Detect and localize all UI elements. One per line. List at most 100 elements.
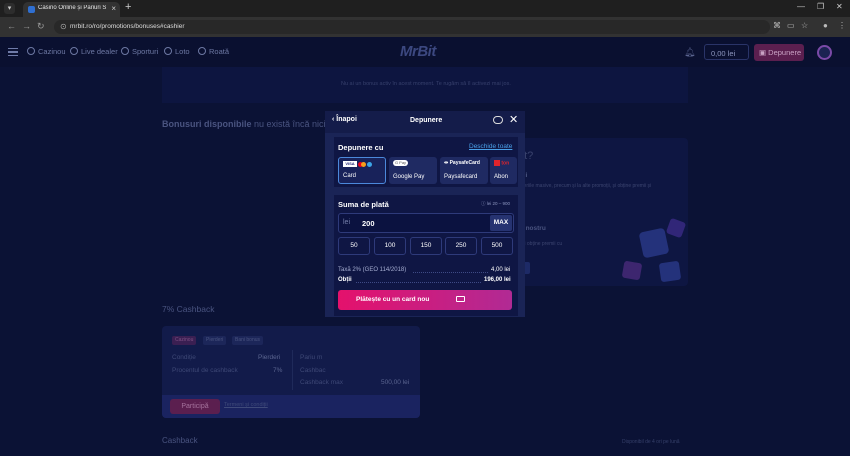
google-pay-logo-text: G Pay: [393, 160, 408, 166]
browser-tab-bar: ▾ Casino Online și Pariuri Sportive × + …: [0, 0, 850, 17]
close-window-icon[interactable]: ✕: [836, 2, 843, 11]
deposit-with-label: Depunere cu: [338, 143, 384, 152]
notification-bell-icon[interactable]: 🔔︎: [684, 47, 695, 58]
receive-label: Obții: [338, 277, 352, 283]
quick-amount-button[interactable]: 100: [374, 237, 406, 255]
cashback-row-label: Pariu m: [300, 354, 323, 361]
payment-method-name: Google Pay: [393, 174, 425, 180]
cashback-tag: Cazinou: [172, 336, 197, 345]
receive-value: 196,00 lei: [484, 277, 511, 283]
dotted-leader: [356, 282, 481, 283]
close-icon[interactable]: ✕: [509, 113, 518, 126]
balance-display[interactable]: 0,00 lei: [704, 44, 749, 60]
user-avatar[interactable]: [817, 45, 832, 60]
address-bar[interactable]: ⊙ mrbit.ro/ro/promotions/bonuses#cashier: [54, 20, 770, 34]
terms-link[interactable]: Termeni și condiții: [224, 402, 268, 408]
tab-title: Casino Online și Pariuri Sportive: [38, 5, 106, 11]
fee-value: 4,00 lei: [491, 267, 511, 273]
cashback-row-value: Pierderi: [258, 354, 281, 361]
payment-method-abon[interactable]: ton Abon: [490, 157, 517, 184]
amount-range-info: ⓘ lei 20 – 900: [481, 201, 511, 206]
cashback-row-value: 7%: [273, 367, 283, 374]
quick-amount-button[interactable]: 500: [481, 237, 513, 255]
cast-icon[interactable]: ▭: [787, 21, 795, 30]
nav-cazinou[interactable]: Cazinou: [27, 47, 66, 56]
max-button[interactable]: MAX: [490, 215, 512, 231]
quick-amount-button[interactable]: 250: [445, 237, 477, 255]
translate-icon[interactable]: ⌘: [773, 21, 781, 30]
browser-tab[interactable]: Casino Online și Pariuri Sportive ×: [23, 2, 120, 17]
quick-amount-button[interactable]: 50: [338, 237, 370, 255]
casino-icon: [27, 47, 35, 55]
site-info-icon[interactable]: ⊙: [60, 22, 67, 31]
payment-method-name: Card: [343, 173, 357, 179]
nav-loto[interactable]: Loto: [164, 47, 190, 56]
cashback-row-label: Condiție: [172, 354, 196, 361]
menu-icon[interactable]: [8, 48, 18, 56]
cashback-row-label: Cashbac: [300, 367, 326, 374]
tab-close-icon[interactable]: ×: [111, 4, 116, 13]
payment-method-card[interactable]: VISA Card: [338, 157, 386, 184]
gift-box-image: [621, 260, 643, 281]
nav-sporturi[interactable]: Sporturi: [121, 47, 158, 56]
cashback-row-label: Procentul de cashback: [172, 367, 238, 374]
amount-title: Suma de plată: [338, 200, 389, 209]
site-header: Cazinou Live dealer Sporturi Loto Roată …: [0, 37, 850, 67]
maximize-icon[interactable]: ❐: [817, 2, 824, 11]
browser-menu-icon[interactable]: ⋮: [838, 21, 846, 30]
nav-label: Live dealer: [81, 47, 118, 56]
minimize-icon[interactable]: —: [797, 2, 805, 11]
pay-button-label: Plătește cu un card nou: [356, 296, 430, 303]
cashback-max-value: 500,00 lei: [381, 379, 410, 386]
quick-amount-button[interactable]: 150: [410, 237, 442, 255]
tab-search-button[interactable]: ▾: [4, 3, 15, 14]
lottery-icon: [164, 47, 172, 55]
payment-method-paysafecard[interactable]: ⇹ PaysafeCard Paysafecard: [440, 157, 488, 184]
availability-text: Disponibil de 4 ori pe lună: [622, 439, 680, 445]
back-icon[interactable]: ←: [7, 21, 16, 31]
forward-icon[interactable]: →: [22, 21, 31, 31]
nav-label: Roată: [209, 47, 230, 56]
sports-icon: [121, 47, 129, 55]
cashback-row-label: Cashback max: [300, 379, 343, 386]
chat-icon[interactable]: [493, 116, 503, 124]
participate-button[interactable]: Participă: [170, 399, 220, 414]
abon-icon: ton: [494, 160, 509, 167]
site-favicon-icon: [28, 6, 35, 13]
cashback-section-title: Cashback: [162, 436, 198, 445]
card-logos-icon: VISA: [343, 161, 372, 168]
amount-value: 200: [362, 219, 375, 228]
open-all-link[interactable]: Deschide toate: [469, 143, 512, 150]
bonus-section-title: Bonusuri disponibile nu există încă nici…: [162, 119, 348, 129]
dotted-leader: [413, 272, 488, 273]
google-pay-icon: G Pay: [393, 160, 408, 167]
back-label: Înapoi: [336, 116, 357, 123]
fee-label: Taxă 2% (GEO 114/2018): [338, 267, 407, 273]
new-tab-icon[interactable]: +: [125, 1, 131, 13]
vip-card-text: ageriile masive, precum și la alte promo…: [518, 183, 652, 189]
nav-live-dealer[interactable]: Live dealer: [70, 47, 118, 56]
nav-roata[interactable]: Roată: [198, 47, 229, 56]
gift-box-image: [658, 260, 682, 283]
paysafecard-icon: ⇹ PaysafeCard: [444, 160, 480, 166]
bookmark-star-icon[interactable]: ☆: [801, 21, 808, 30]
paysafecard-logo-text: PaysafeCard: [449, 160, 480, 166]
gift-box-image: [638, 227, 670, 259]
abon-logo-text: ton: [501, 160, 510, 167]
back-button[interactable]: ‹ Înapoi: [332, 116, 357, 123]
header-deposit-button[interactable]: ▣ Depunere: [754, 44, 804, 61]
wheel-icon: [198, 47, 206, 55]
profile-icon[interactable]: ●: [823, 21, 828, 30]
credit-card-icon: [456, 296, 465, 302]
cashback-title: 7% Cashback: [162, 304, 215, 314]
url-text: mrbit.ro/ro/promotions/bonuses#cashier: [70, 23, 185, 30]
modal-title: Depunere: [410, 117, 443, 124]
amount-range-text: lei 20 – 900: [486, 201, 511, 206]
cashback-tag: Pierderi: [203, 336, 227, 345]
payment-method-name: Abon: [494, 174, 509, 180]
nav-label: Sporturi: [132, 47, 159, 56]
site-logo[interactable]: MrBit: [400, 43, 436, 60]
payment-method-google-pay[interactable]: G Pay Google Pay: [389, 157, 437, 184]
reload-icon[interactable]: ↻: [37, 21, 45, 32]
dealer-icon: [70, 47, 78, 55]
